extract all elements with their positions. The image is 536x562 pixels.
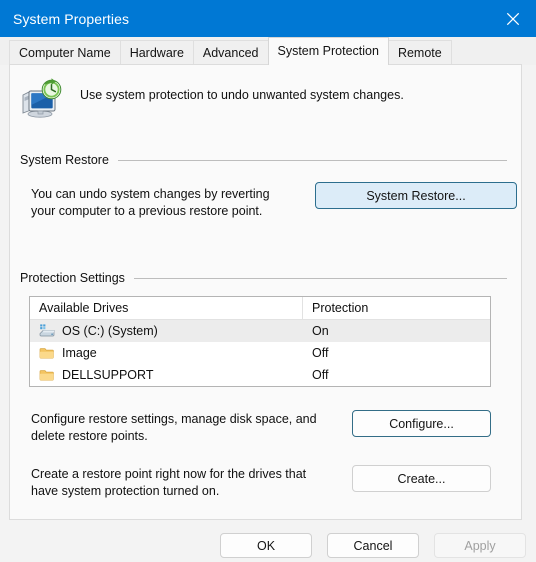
table-row[interactable]: OS (C:) (System) On: [30, 320, 490, 342]
configure-description: Configure restore settings, manage disk …: [31, 412, 317, 443]
tab-computer-name[interactable]: Computer Name: [9, 40, 121, 65]
tab-system-protection[interactable]: System Protection: [267, 37, 389, 65]
panel-header: Use system protection to undo unwanted s…: [18, 78, 404, 120]
panel-description: Use system protection to undo unwanted s…: [80, 88, 404, 102]
system-restore-icon: [18, 78, 64, 120]
close-button[interactable]: [490, 0, 536, 37]
group-system-restore: System Restore: [20, 153, 507, 167]
drive-name: DELLSUPPORT: [62, 368, 154, 382]
title-bar: System Properties: [0, 0, 536, 37]
system-restore-description: You can undo system changes by reverting…: [31, 187, 270, 218]
configure-button[interactable]: Configure...: [352, 410, 491, 437]
available-drives-list[interactable]: Available Drives Protection OS (C:) (Sys…: [29, 296, 491, 387]
create-button[interactable]: Create...: [352, 465, 491, 492]
column-header-available-drives: Available Drives: [30, 297, 303, 319]
close-icon: [506, 12, 520, 25]
drive-name: OS (C:) (System): [62, 324, 158, 338]
folder-icon: [39, 346, 55, 360]
tab-advanced[interactable]: Advanced: [192, 40, 269, 65]
drive-protection-status: Off: [312, 368, 329, 382]
tab-strip: Computer Name Hardware Advanced System P…: [0, 37, 536, 65]
cancel-button[interactable]: Cancel: [327, 533, 419, 558]
group-divider: [133, 277, 507, 279]
window-title: System Properties: [13, 10, 130, 27]
tab-hardware[interactable]: Hardware: [119, 40, 194, 65]
table-row[interactable]: Image Off: [30, 342, 490, 364]
column-header-protection: Protection: [312, 301, 369, 315]
tab-panel-system-protection: Use system protection to undo unwanted s…: [9, 64, 522, 520]
create-description: Create a restore point right now for the…: [31, 467, 307, 498]
drive-protection-status: On: [312, 324, 329, 338]
group-divider: [117, 159, 507, 161]
apply-button: Apply: [434, 533, 526, 558]
table-row[interactable]: DELLSUPPORT Off: [30, 364, 490, 386]
group-label-protection-settings: Protection Settings: [20, 271, 125, 285]
tab-remote[interactable]: Remote: [387, 40, 452, 65]
system-restore-button[interactable]: System Restore...: [315, 182, 517, 209]
drive-name: Image: [62, 346, 97, 360]
drive-protection-status: Off: [312, 346, 329, 360]
folder-icon: [39, 368, 55, 382]
ok-button[interactable]: OK: [220, 533, 312, 558]
hard-drive-icon: [39, 324, 55, 338]
list-header: Available Drives Protection: [30, 297, 490, 320]
group-protection-settings: Protection Settings: [20, 271, 507, 285]
group-label-system-restore: System Restore: [20, 153, 109, 167]
